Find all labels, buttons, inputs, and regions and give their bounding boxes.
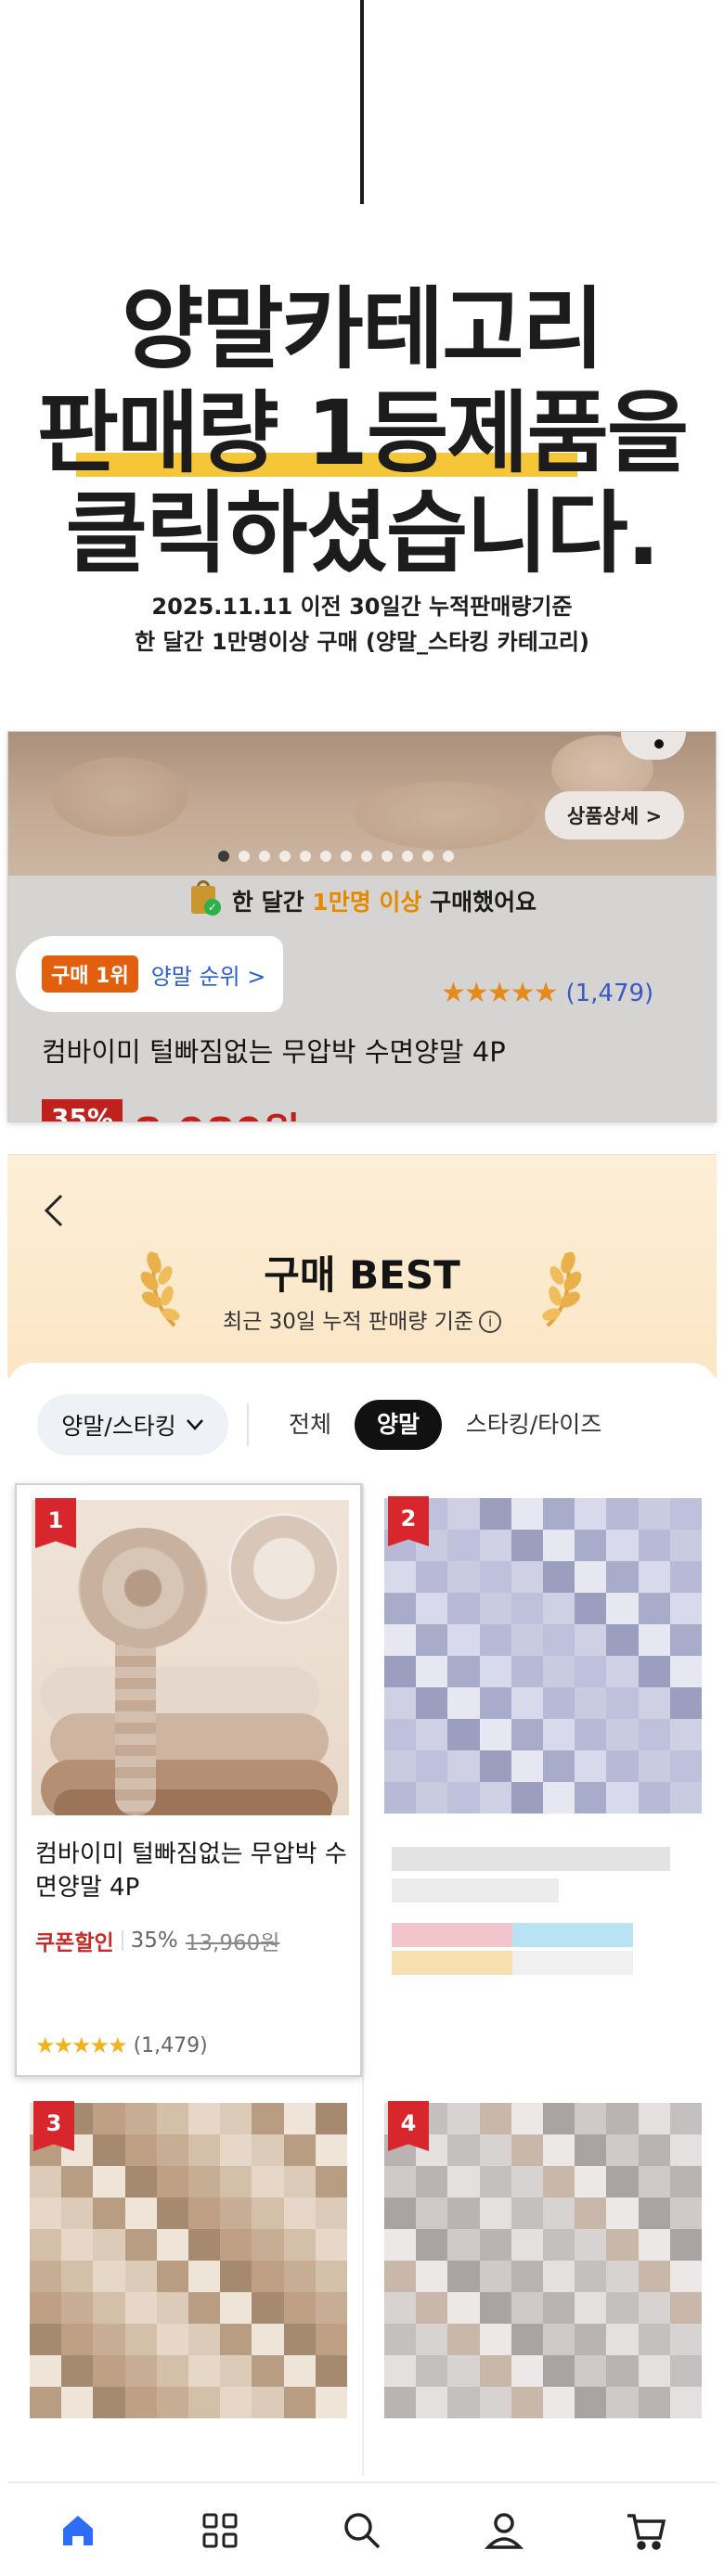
hero-headline-3: 클릭하셨습니다. xyxy=(65,481,661,585)
product-card[interactable]: 2 xyxy=(369,1483,717,2077)
shopping-bag-check-icon: ✓ xyxy=(189,880,221,916)
hero-headline-2: 판매량 1등제품을 xyxy=(36,381,689,485)
carousel-dot[interactable] xyxy=(279,851,291,862)
rank-badge: 구매 1위 xyxy=(42,955,138,993)
page-title: 구매 BEST xyxy=(264,1252,460,1298)
rank-callout[interactable]: 구매 1위 양말 순위 > xyxy=(16,936,283,1012)
filter-divider xyxy=(247,1403,249,1446)
hero-headline-1: 양말카테고리 xyxy=(122,277,604,381)
carousel-dot[interactable] xyxy=(422,851,433,862)
product-name: 컴바이미 털빠짐없는 무압박 수면양말 4P xyxy=(35,1840,347,1902)
product-card[interactable]: 4 xyxy=(369,2088,717,2478)
back-icon[interactable] xyxy=(41,1192,69,1229)
blurred-price xyxy=(392,1923,633,1947)
tab-stockings[interactable]: 스타킹/타이즈 xyxy=(464,1400,603,1450)
grid-divider xyxy=(362,1483,364,2476)
grid-icon[interactable] xyxy=(192,2503,248,2558)
product-title: 컴바이미 털빠짐없는 무압박 수면양말 4P xyxy=(42,1036,506,1068)
rank-flag: 3 xyxy=(33,2101,74,2151)
product-detail-label: 상품상세 > xyxy=(566,805,663,827)
rank-flag: 4 xyxy=(388,2101,429,2151)
rating-row[interactable]: ★★★★★ (1,479) xyxy=(441,977,653,1009)
carousel-dot[interactable] xyxy=(341,851,352,862)
monthly-prefix: 한 달간 xyxy=(231,889,313,916)
blurred-product-name xyxy=(392,1847,670,1871)
original-price: 13,960원 xyxy=(185,1931,280,1955)
search-icon[interactable] xyxy=(334,2503,390,2558)
carousel-dot[interactable] xyxy=(218,851,229,862)
carousel-dot[interactable] xyxy=(300,851,311,862)
product-rating: ★★★★★ (1,479) xyxy=(35,2032,208,2058)
tab-all[interactable]: 전체 xyxy=(282,1400,338,1450)
discount-badge: 35% xyxy=(42,1099,123,1121)
carousel-dot[interactable] xyxy=(239,851,250,862)
discount-rate: 35% xyxy=(130,1929,178,1953)
carousel-dot[interactable] xyxy=(259,851,270,862)
product-price-row: 쿠폰할인 35% 13,960원 xyxy=(35,1925,279,1956)
price-divider xyxy=(121,1930,123,1951)
rating-count: (1,479) xyxy=(565,979,654,1007)
carousel-dot[interactable] xyxy=(402,851,413,862)
hero-note-1: 2025.11.11 이전 30일간 누적판매량기준 xyxy=(151,594,573,620)
carousel-dot[interactable] xyxy=(320,851,331,862)
coupon-label: 쿠폰할인 xyxy=(35,1931,114,1955)
product-card[interactable]: 3 xyxy=(15,2088,362,2478)
filter-bar: 양말/스타킹 전체 양말 스타킹/타이즈 xyxy=(7,1363,717,1483)
bottom-navigation xyxy=(7,2481,717,2576)
monthly-purchase-banner: ✓ 한 달간 1만명 이상 구매했어요 xyxy=(8,880,716,917)
carousel-dot[interactable] xyxy=(381,851,393,862)
carousel-indicator xyxy=(218,851,454,862)
category-dropdown[interactable]: 양말/스타킹 xyxy=(37,1394,228,1455)
rating-stars-icon: ★★★★★ xyxy=(441,977,558,1009)
sale-price: 8,980원 xyxy=(134,1099,301,1121)
rating-count: (1,479) xyxy=(133,2033,208,2057)
product-thumbnail-pixelated[interactable] xyxy=(384,2103,702,2418)
monthly-suffix: 구매했어요 xyxy=(421,889,537,916)
rank-link[interactable]: 양말 순위 > xyxy=(151,958,266,991)
blurred-product-name xyxy=(392,1878,559,1903)
home-icon[interactable] xyxy=(50,2503,106,2558)
hero-note-2: 한 달간 1만명이상 구매 (양말_스타킹 카테고리) xyxy=(135,629,589,655)
cart-icon[interactable] xyxy=(618,2503,674,2558)
best-ranking-screen: 구매 BEST 최근 30일 누적 판매량 기준 i 양말/스타킹 전체 양말 스… xyxy=(7,1154,717,2576)
page-subtitle-text: 최근 30일 누적 판매량 기준 xyxy=(222,1310,474,1334)
carousel-dot[interactable] xyxy=(361,851,372,862)
carousel-dot[interactable] xyxy=(443,851,454,862)
info-icon[interactable]: i xyxy=(479,1311,502,1333)
product-thumbnail[interactable] xyxy=(32,1500,349,1815)
product-card[interactable]: 1 컴바이미 털빠짐없는 무압박 수면양말 4P 쿠폰할인 35% 13,960… xyxy=(15,1483,362,2077)
rank-flag: 1 xyxy=(35,1498,76,1548)
blurred-price xyxy=(392,1951,633,1975)
category-dropdown-label: 양말/스타킹 xyxy=(61,1413,176,1440)
best-header: 구매 BEST 최근 30일 누적 판매량 기준 i xyxy=(7,1155,717,1378)
monthly-highlight: 1만명 이상 xyxy=(312,889,422,916)
chevron-down-icon xyxy=(186,1419,203,1430)
product-thumbnail-pixelated[interactable] xyxy=(30,2103,347,2418)
rating-stars-icon: ★★★★★ xyxy=(35,2032,128,2058)
hero-divider-line xyxy=(360,0,364,204)
more-icon xyxy=(654,739,664,749)
product-detail-button[interactable]: 상품상세 > xyxy=(545,791,684,839)
tab-socks[interactable]: 양말 xyxy=(355,1400,442,1450)
page-subtitle: 최근 30일 누적 판매량 기준 i xyxy=(7,1303,717,1335)
user-icon[interactable] xyxy=(476,2503,532,2558)
sock-photo xyxy=(32,1500,349,1815)
rank-flag: 2 xyxy=(388,1496,429,1546)
product-thumbnail-pixelated[interactable] xyxy=(384,1498,702,1813)
price-row: 35% 8,980원 xyxy=(42,1099,301,1121)
product-detail-card: 상품상세 > ✓ 한 달간 1만명 이상 구매했어요 구매 1위 양말 순위 >… xyxy=(7,731,717,1122)
